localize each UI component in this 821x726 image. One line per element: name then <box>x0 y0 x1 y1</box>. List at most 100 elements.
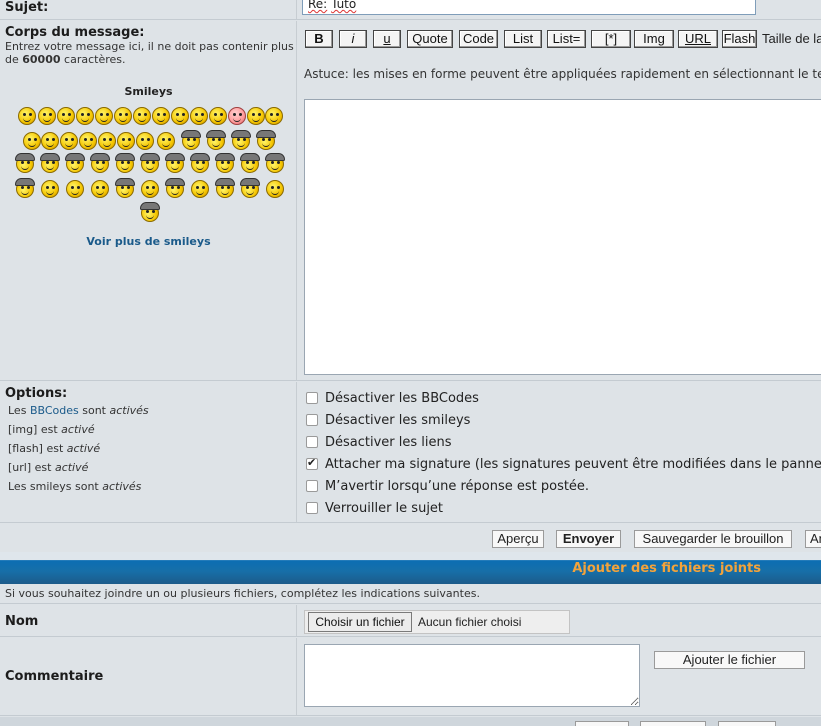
checkbox[interactable] <box>306 392 318 404</box>
submit-button[interactable]: Envoyer <box>556 530 621 548</box>
smiley-icon[interactable] <box>15 153 35 173</box>
smiley-icon[interactable] <box>152 107 170 125</box>
save-draft-button[interactable]: Sauvegarder le brouillon <box>634 530 792 548</box>
option-label: M’avertir lorsqu’une réponse est postée. <box>325 478 590 494</box>
file-row: Nom Choisir un fichier Aucun fichier cho… <box>0 605 821 637</box>
message-char-limit: 60000 <box>22 53 61 66</box>
smiley-icon[interactable] <box>231 130 251 150</box>
img-button[interactable]: Img <box>634 30 674 48</box>
option-checkbox-row[interactable]: Verrouiller le sujet <box>306 499 443 517</box>
add-file-button[interactable]: Ajouter le fichier <box>654 651 805 669</box>
cap-icon <box>240 153 260 161</box>
smiley-icon[interactable] <box>136 132 154 150</box>
option-checkbox-row[interactable]: Désactiver les liens <box>306 433 452 451</box>
smiley-icon[interactable] <box>18 107 36 125</box>
message-row: Corps du message: Entrez votre message i… <box>0 21 821 381</box>
preview-button[interactable]: Aperçu <box>492 530 544 548</box>
smiley-icon[interactable] <box>65 153 85 173</box>
option-checkbox-row[interactable]: Attacher ma signature (les signatures pe… <box>306 455 821 473</box>
choose-file-button[interactable]: Choisir un fichier <box>308 612 412 632</box>
option-label: Attacher ma signature (les signatures pe… <box>325 456 821 472</box>
smiley-icon[interactable] <box>57 107 75 125</box>
cancel-button[interactable]: An <box>805 530 821 548</box>
bottom-partial-button-3[interactable] <box>718 721 776 726</box>
option-checkbox-row[interactable]: Désactiver les BBCodes <box>306 389 479 407</box>
smiley-icon[interactable] <box>91 180 109 198</box>
smiley-icon[interactable] <box>15 178 35 198</box>
smiley-icon[interactable] <box>209 107 227 125</box>
url-button[interactable]: URL <box>678 30 718 48</box>
options-row: Options: Les BBCodes sont activés [img] … <box>0 382 821 523</box>
comment-label-cell: Commentaire <box>0 638 297 715</box>
list-eq-button[interactable]: List= <box>547 30 586 48</box>
smiley-icon[interactable] <box>171 107 189 125</box>
smiley-icon[interactable] <box>215 153 235 173</box>
comment-textarea[interactable] <box>304 644 640 707</box>
smiley-icon[interactable] <box>41 180 59 198</box>
cap-icon <box>190 153 210 161</box>
smiley-icon[interactable] <box>40 153 60 173</box>
checked-checkbox[interactable] <box>306 456 318 470</box>
font-size-label: Taille de la <box>762 31 821 46</box>
subject-row: Sujet: Re: Tuto <box>0 0 821 20</box>
more-smileys-link[interactable]: Voir plus de smileys <box>0 235 297 248</box>
smiley-icon[interactable] <box>191 180 209 198</box>
list-item-button[interactable]: [*] <box>591 30 631 48</box>
bbcodes-link[interactable]: BBCodes <box>30 404 79 417</box>
option-checkbox-row[interactable]: Désactiver les smileys <box>306 411 470 429</box>
subject-input[interactable]: Re: Tuto <box>302 0 756 15</box>
smiley-icon[interactable] <box>114 107 132 125</box>
smiley-icon[interactable] <box>215 178 235 198</box>
smiley-icon[interactable] <box>133 107 151 125</box>
list-button[interactable]: List <box>504 30 542 48</box>
smiley-icon[interactable] <box>140 153 160 173</box>
italic-button[interactable]: i <box>339 30 367 48</box>
smiley-icon[interactable] <box>76 107 94 125</box>
smiley-icon[interactable] <box>247 107 265 125</box>
smiley-icon[interactable] <box>265 107 283 125</box>
smiley-icon[interactable] <box>140 202 160 222</box>
smiley-icon[interactable] <box>95 107 113 125</box>
checkbox[interactable] <box>306 414 318 426</box>
smiley-icon[interactable] <box>141 180 159 198</box>
smiley-icon[interactable] <box>117 132 135 150</box>
smiley-icon[interactable] <box>79 132 97 150</box>
smiley-icon[interactable] <box>190 153 210 173</box>
smiley-icon[interactable] <box>206 130 226 150</box>
smiley-icon[interactable] <box>115 178 135 198</box>
option-checkbox-row[interactable]: M’avertir lorsqu’une réponse est postée. <box>306 477 589 495</box>
bottom-partial-button-2[interactable] <box>640 721 706 726</box>
smiley-icon[interactable] <box>90 153 110 173</box>
smiley-icon[interactable] <box>115 153 135 173</box>
cap-icon <box>140 202 160 210</box>
smiley-icon[interactable] <box>23 132 41 150</box>
bottom-partial-button-1[interactable] <box>575 721 629 726</box>
smiley-icon[interactable] <box>181 130 201 150</box>
checkbox[interactable] <box>306 436 318 448</box>
smiley-icon[interactable] <box>190 107 208 125</box>
quote-button[interactable]: Quote <box>407 30 453 48</box>
smiley-icon[interactable] <box>256 130 276 150</box>
code-button[interactable]: Code <box>459 30 498 48</box>
checkbox[interactable] <box>306 480 318 492</box>
flash-button[interactable]: Flash <box>722 30 757 48</box>
cap-icon <box>181 130 201 138</box>
underline-button[interactable]: u <box>373 30 401 48</box>
message-textarea[interactable] <box>304 99 821 375</box>
bold-button[interactable]: B <box>305 30 333 48</box>
smiley-icon[interactable] <box>41 132 59 150</box>
checkbox[interactable] <box>306 502 318 514</box>
smiley-icon[interactable] <box>157 132 175 150</box>
smiley-icon[interactable] <box>98 132 116 150</box>
smiley-icon[interactable] <box>265 153 285 173</box>
smiley-icon[interactable] <box>228 107 246 125</box>
smiley-icon[interactable] <box>165 178 185 198</box>
smiley-icon[interactable] <box>240 153 260 173</box>
file-input[interactable]: Choisir un fichier Aucun fichier choisi <box>304 610 570 634</box>
smiley-icon[interactable] <box>60 132 78 150</box>
smiley-icon[interactable] <box>266 180 284 198</box>
smiley-icon[interactable] <box>38 107 56 125</box>
smiley-icon[interactable] <box>165 153 185 173</box>
smiley-icon[interactable] <box>66 180 84 198</box>
smiley-icon[interactable] <box>240 178 260 198</box>
